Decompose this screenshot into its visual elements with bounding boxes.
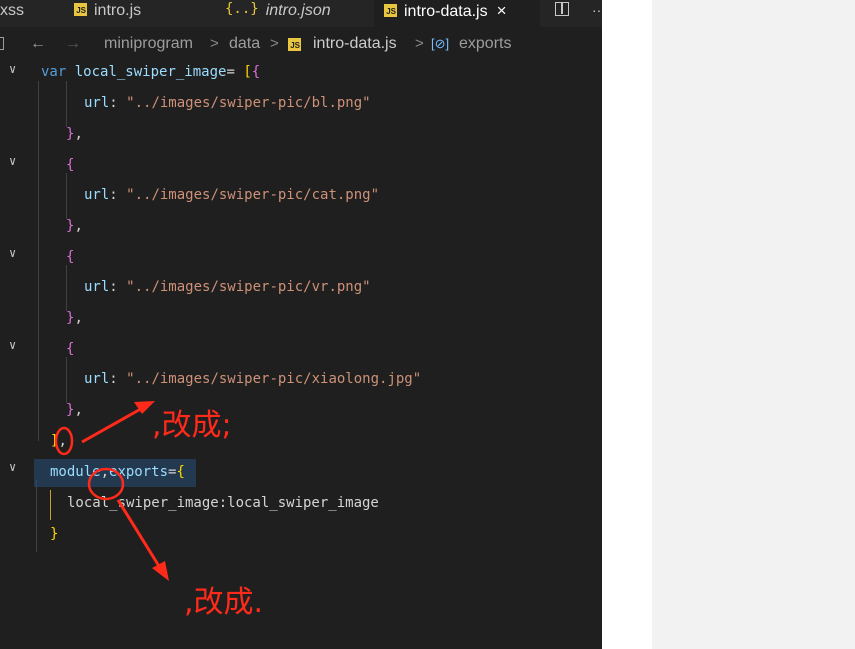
tab-intro-data-js[interactable]: JS intro-data.js × xyxy=(374,0,540,27)
code-line: { xyxy=(66,157,75,173)
annotation-text: ,改成; xyxy=(152,408,232,443)
tab-xss[interactable]: xss xyxy=(0,0,62,27)
forward-icon[interactable]: → xyxy=(65,30,81,58)
indent-guide xyxy=(38,81,39,441)
js-file-icon: JS xyxy=(288,38,301,51)
breadcrumb-separator: > xyxy=(415,35,424,52)
code-line: ], xyxy=(50,433,67,449)
indent-guide xyxy=(66,357,67,403)
side-panel xyxy=(652,0,855,649)
code-line: url: "../images/swiper-pic/cat.png" xyxy=(84,187,380,203)
code-line: } xyxy=(50,526,59,542)
indent-guide xyxy=(36,480,37,552)
tab-label: xss xyxy=(0,2,24,19)
code-line: }, xyxy=(66,126,83,142)
code-line: { xyxy=(66,341,75,357)
annotation-arrowhead xyxy=(152,561,169,581)
tab-intro-json[interactable]: {..} intro.json xyxy=(225,0,370,27)
code-line: module,exports={ xyxy=(50,464,185,480)
code-line: url: "../images/swiper-pic/bl.png" xyxy=(84,95,371,111)
breadcrumb: ← → miniprogram > data > JS intro-data.j… xyxy=(0,30,602,58)
js-file-icon: JS xyxy=(384,3,397,17)
js-file-icon: JS xyxy=(74,2,87,16)
tab-label: intro.json xyxy=(265,2,331,19)
split-editor-icon[interactable] xyxy=(555,2,569,16)
chevron-down-icon[interactable]: ∨ xyxy=(9,242,21,265)
breadcrumb-separator: > xyxy=(210,35,219,52)
chevron-down-icon[interactable]: ∨ xyxy=(9,150,21,173)
breadcrumb-item-exports[interactable]: exports xyxy=(459,30,511,58)
breadcrumb-item-data[interactable]: data xyxy=(229,30,260,58)
indent-guide xyxy=(66,173,67,219)
explorer-icon[interactable] xyxy=(0,37,4,50)
tab-label: intro.js xyxy=(94,2,142,19)
code-line: }, xyxy=(66,310,83,326)
code-line: var local_swiper_image= [{ xyxy=(41,64,261,80)
indent-guide xyxy=(66,265,67,311)
code-editor[interactable]: xss JS intro.js {..} intro.json JS intro-da… xyxy=(0,0,602,649)
chevron-down-icon[interactable]: ∨ xyxy=(9,456,21,479)
tab-label: intro-data.js xyxy=(404,3,488,20)
breadcrumb-separator: > xyxy=(270,35,279,52)
code-line: url: "../images/swiper-pic/xiaolong.jpg" xyxy=(84,371,422,387)
code-line: { xyxy=(66,249,75,265)
back-icon[interactable]: ← xyxy=(30,30,46,58)
breadcrumb-item-miniprogram[interactable]: miniprogram xyxy=(104,30,193,58)
breadcrumb-item-file[interactable]: intro-data.js xyxy=(313,30,397,58)
code-line: }, xyxy=(66,218,83,234)
indent-guide xyxy=(66,81,67,127)
json-file-icon: {..} xyxy=(225,1,259,18)
code-line: url: "../images/swiper-pic/vr.png" xyxy=(84,279,371,295)
annotation-text: ,改成. xyxy=(184,585,264,620)
tab-intro-js[interactable]: JS intro.js xyxy=(74,0,208,27)
chevron-down-icon[interactable]: ∨ xyxy=(9,58,21,81)
chevron-down-icon[interactable]: ∨ xyxy=(9,334,21,357)
blank-margin xyxy=(602,0,652,649)
close-icon[interactable]: × xyxy=(497,1,507,20)
code-line: }, xyxy=(66,402,83,418)
symbol-variable-icon: [⊘] xyxy=(431,36,450,51)
indent-guide-active xyxy=(50,490,51,520)
more-actions-icon[interactable]: ··· xyxy=(592,0,602,20)
tab-bar: xss JS intro.js {..} intro.json JS intro-da… xyxy=(0,0,602,27)
code-line: local_swiper_image:local_swiper_image xyxy=(67,495,379,511)
annotation-arrow xyxy=(81,404,147,444)
